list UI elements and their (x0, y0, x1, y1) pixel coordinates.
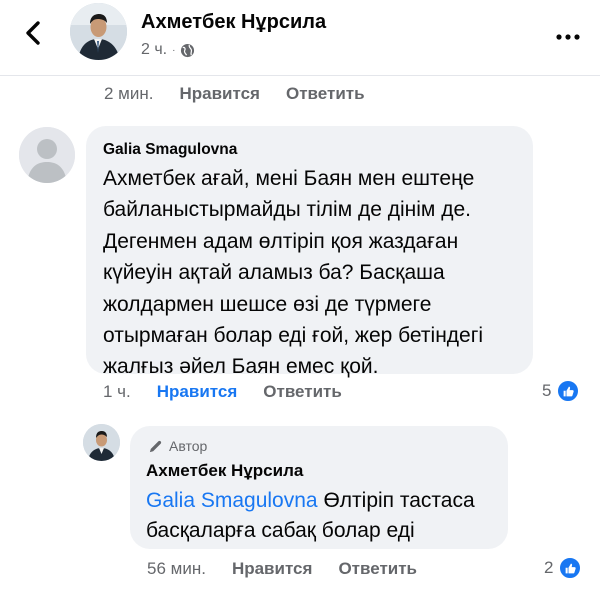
prev-comment-time[interactable]: 2 мин. (104, 84, 153, 104)
comment-reactions[interactable]: 5 (542, 380, 580, 402)
reply-actions: 56 мин. Нравится Ответить (147, 559, 443, 579)
more-horizontal-icon (556, 34, 580, 40)
post-time[interactable]: 2 ч. (141, 41, 167, 59)
like-reaction-icon (557, 380, 580, 402)
globe-icon (181, 43, 195, 57)
comment-reaction-count: 5 (542, 381, 552, 400)
back-button[interactable] (22, 20, 46, 46)
chevron-left-icon (26, 21, 40, 45)
like-reaction-icon (559, 557, 582, 579)
author-badge-label: Автор (169, 438, 208, 454)
commenter-avatar[interactable] (19, 127, 75, 183)
reply-text: Galia Smagulovna Өлтіріп тастаса басқала… (146, 486, 506, 546)
more-options-button[interactable] (556, 28, 580, 40)
reply-time[interactable]: 56 мин. (147, 559, 206, 579)
comment-like-button[interactable]: Нравится (157, 382, 238, 402)
reply-author[interactable]: Ахметбек Нұрсила (146, 461, 303, 481)
comment-time[interactable]: 1 ч. (103, 382, 131, 402)
comment-bubble: Galia Smagulovna Ахметбек ағай, мені Бая… (86, 126, 533, 378)
pencil-icon (149, 440, 162, 452)
prev-reply-button[interactable]: Ответить (286, 84, 365, 104)
author-avatar[interactable] (70, 3, 127, 60)
comment-actions: 1 ч. Нравится Ответить (103, 382, 368, 402)
reply-like-button[interactable]: Нравится (232, 559, 313, 579)
author-badge: Автор (148, 438, 207, 454)
post-author-name[interactable]: Ахметбек Нұрсила (141, 11, 326, 34)
reply-reply-button[interactable]: Ответить (338, 559, 417, 579)
comment-text: Ахметбек ағай, мені Баян мен ештеңе байл… (103, 167, 484, 379)
post-header: Ахметбек Нұрсила 2 ч. · (0, 0, 600, 76)
reply-reaction-count: 2 (544, 558, 554, 577)
reply-bubble: Автор Ахметбек Нұрсила Galia Smagulovna … (130, 426, 508, 549)
reply-reactions[interactable]: 2 (544, 557, 582, 579)
mention-link[interactable]: Galia Smagulovna (146, 489, 318, 512)
comment-author[interactable]: Galia Smagulovna (103, 141, 237, 159)
meta-separator: · (172, 44, 176, 56)
prev-like-button[interactable]: Нравится (179, 84, 260, 104)
comment-reply-button[interactable]: Ответить (263, 382, 342, 402)
post-meta: 2 ч. · (141, 41, 195, 59)
prev-comment-actions: 2 мин. Нравится Ответить (104, 84, 391, 104)
reply-author-avatar[interactable] (83, 424, 120, 461)
